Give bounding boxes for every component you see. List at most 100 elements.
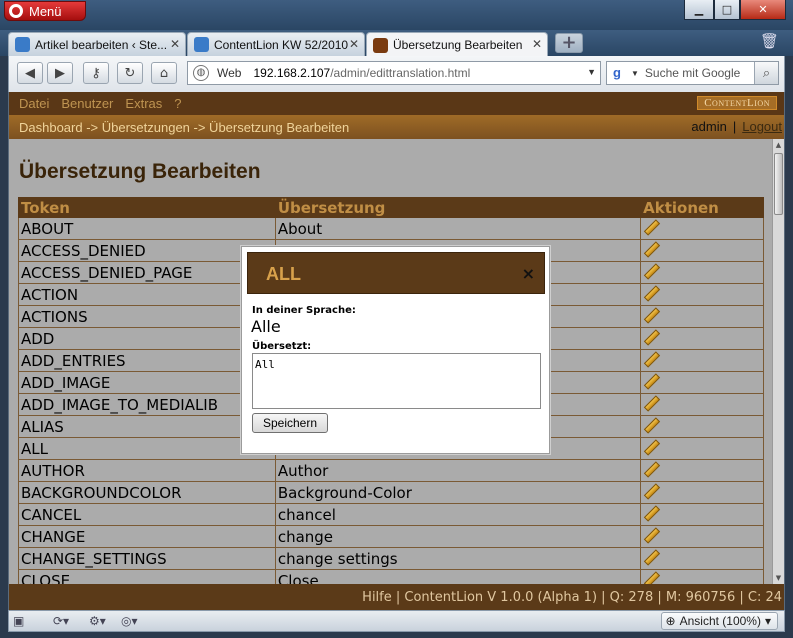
edit-pencil-icon[interactable]	[643, 352, 657, 366]
edit-pencil-icon[interactable]	[643, 396, 657, 410]
address-mode-label: Web	[217, 66, 242, 80]
edit-pencil-icon[interactable]	[643, 572, 657, 585]
maximize-button[interactable]: □	[714, 0, 740, 20]
forward-button[interactable]: ▶	[47, 62, 73, 84]
edit-pencil-icon[interactable]	[643, 242, 657, 256]
page-scrollbar[interactable]: ▲ ▼	[772, 139, 784, 584]
logout-link[interactable]: Logout	[742, 119, 782, 134]
translation-cell: change	[274, 525, 642, 548]
minimize-button[interactable]: ▁	[684, 0, 714, 20]
panel-toggle-icon[interactable]: ▣	[13, 614, 24, 629]
edit-pencil-icon[interactable]	[643, 330, 657, 344]
new-tab-button[interactable]: +	[555, 33, 583, 53]
back-button[interactable]: ◀	[17, 62, 43, 84]
browser-menu-button[interactable]: Menü	[4, 1, 86, 21]
window-titlebar: Menü ▁ □ ✕	[0, 0, 793, 30]
address-host: 192.168.2.107	[253, 66, 331, 80]
translation-cell: chancel	[274, 503, 642, 526]
tab-close-icon[interactable]: ✕	[532, 37, 542, 51]
tab-uebersetzung-bearbeiten[interactable]: Übersetzung Bearbeiten ✕	[366, 32, 548, 57]
sync-icon[interactable]: ⟳▾	[53, 614, 69, 629]
opera-logo-icon	[9, 4, 23, 18]
address-bar[interactable]: ◍ Web 192.168.2.107 /admin/edittranslati…	[187, 61, 601, 85]
search-placeholder: Suche mit Google	[644, 66, 741, 80]
edit-pencil-icon[interactable]	[643, 462, 657, 476]
zoom-control[interactable]: ⊕ Ansicht (100%) ▾	[660, 612, 778, 630]
tab-close-icon[interactable]: ✕	[170, 37, 180, 51]
search-icon[interactable]: ⌕	[754, 62, 778, 84]
translation-cell: Close	[274, 569, 642, 584]
menu-benutzer[interactable]: Benutzer	[61, 96, 113, 111]
token-cell: ACCESS_DENIED	[18, 239, 276, 262]
table-row: CANCEL chancel	[18, 503, 764, 526]
actions-cell	[640, 569, 764, 585]
trash-icon[interactable]: 🗑	[760, 32, 779, 52]
menu-help[interactable]: ?	[174, 96, 181, 111]
tab-label: Übersetzung Bearbeiten	[393, 38, 523, 52]
address-path: /admin/edittranslation.html	[330, 66, 471, 80]
address-dropdown-icon[interactable]: ▼	[587, 67, 596, 77]
home-button[interactable]: ⌂	[151, 62, 177, 84]
globe-icon: ◍	[193, 65, 209, 81]
table-row: BACKGROUNDCOLOR Background-Color	[18, 481, 764, 504]
edit-pencil-icon[interactable]	[643, 484, 657, 498]
table-row: AUTHOR Author	[18, 459, 764, 482]
page-title: Übersetzung Bearbeiten	[19, 160, 261, 183]
breadcrumb-text[interactable]: Dashboard -> Übersetzungen -> Übersetzun…	[19, 120, 349, 135]
wand-key-icon[interactable]: ⚷	[83, 62, 109, 84]
edit-pencil-icon[interactable]	[643, 264, 657, 278]
window-close-button[interactable]: ✕	[740, 0, 786, 20]
tab-artikel-bearbeiten[interactable]: Artikel bearbeiten ‹ Ste... ✕	[8, 32, 186, 56]
edit-pencil-icon[interactable]	[643, 286, 657, 300]
edit-pencil-icon[interactable]	[643, 506, 657, 520]
unite-icon[interactable]: ⚙▾	[89, 614, 106, 629]
edit-pencil-icon[interactable]	[643, 528, 657, 542]
edit-pencil-icon[interactable]	[643, 220, 657, 234]
menu-extras[interactable]: Extras	[125, 96, 162, 111]
search-engine-dropdown-icon[interactable]: ▼	[631, 69, 639, 78]
translation-cell: change settings	[274, 547, 642, 570]
translation-textarea[interactable]: All	[252, 353, 541, 409]
source-label: In deiner Sprache:	[252, 305, 356, 316]
app-menubar: Datei Benutzer Extras ? ContentLion	[9, 92, 784, 115]
token-cell: ADD_IMAGE	[18, 371, 276, 394]
translation-cell: Background-Color	[274, 481, 642, 504]
contentlion-logo: ContentLion	[697, 96, 777, 110]
google-icon[interactable]: g	[613, 65, 629, 81]
tab-label: Artikel bearbeiten ‹ Ste...	[35, 37, 168, 52]
site-favicon-icon	[194, 37, 209, 52]
token-cell: ALIAS	[18, 415, 276, 438]
edit-pencil-icon[interactable]	[643, 440, 657, 454]
actions-cell	[640, 305, 764, 328]
menu-datei[interactable]: Datei	[19, 96, 49, 111]
token-cell: AUTHOR	[18, 459, 276, 482]
table-row: CLOSE Close	[18, 569, 764, 585]
table-header-row: Token Übersetzung Aktionen	[18, 197, 764, 218]
tab-close-icon[interactable]: ✕	[349, 37, 359, 51]
tab-contentlion-kw[interactable]: ContentLion KW 52/2010 ✕	[187, 32, 365, 56]
edit-pencil-icon[interactable]	[643, 374, 657, 388]
token-cell: ADD_ENTRIES	[18, 349, 276, 372]
edit-pencil-icon[interactable]	[643, 308, 657, 322]
translated-label: Übersetzt:	[252, 341, 312, 352]
dialog-close-icon[interactable]: ×	[522, 264, 535, 283]
reload-button[interactable]: ↻	[117, 62, 143, 84]
token-cell: ACTIONS	[18, 305, 276, 328]
scroll-down-icon[interactable]: ▼	[773, 572, 784, 584]
search-field[interactable]: g ▼ Suche mit Google ⌕	[606, 61, 779, 85]
actions-cell	[640, 349, 764, 372]
navigation-bar: ◀ ▶ ⚷ ↻ ⌂ ◍ Web 192.168.2.107 /admin/edi…	[8, 56, 785, 92]
user-separator: |	[732, 119, 737, 134]
token-cell: BACKGROUNDCOLOR	[18, 481, 276, 504]
table-row: CHANGE change	[18, 525, 764, 548]
scroll-up-icon[interactable]: ▲	[773, 139, 784, 151]
scrollbar-thumb[interactable]	[774, 153, 783, 215]
turbo-icon[interactable]: ◎▾	[121, 614, 138, 629]
save-button[interactable]: Speichern	[252, 413, 328, 433]
edit-pencil-icon[interactable]	[643, 550, 657, 564]
table-row: ABOUT About	[18, 217, 764, 240]
header-actions: Aktionen	[640, 197, 764, 218]
actions-cell	[640, 371, 764, 394]
edit-pencil-icon[interactable]	[643, 418, 657, 432]
token-cell: ACTION	[18, 283, 276, 306]
